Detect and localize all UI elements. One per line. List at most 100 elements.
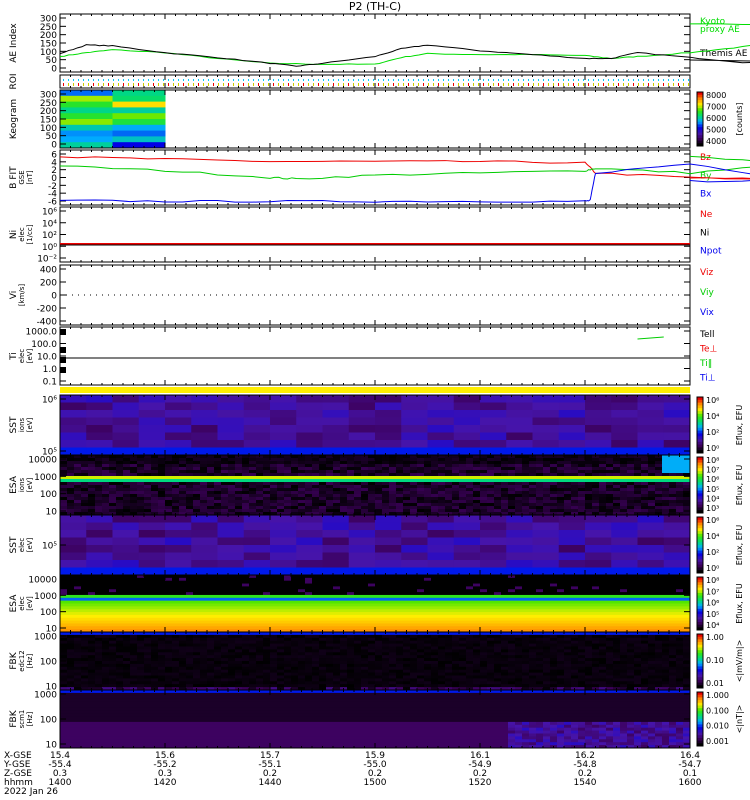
spectrogram-cell — [95, 592, 103, 596]
spectrogram-cell — [613, 497, 621, 501]
spectrogram-cell — [326, 623, 334, 627]
spectrogram-cell — [648, 467, 656, 471]
spectrogram-cell — [368, 623, 376, 627]
spectrogram-cell — [585, 395, 612, 403]
panel-esa_i: 10000100010010ESA ions [eV]10⁸10⁷10⁶10⁵10⁴… — [9, 454, 744, 518]
spectrogram-cell — [599, 497, 607, 501]
spectrogram-cell — [459, 467, 467, 471]
spectrogram-cell — [403, 506, 411, 510]
spectrogram-cell — [277, 488, 285, 492]
spectrogram-cell — [347, 464, 355, 468]
roi-mark — [198, 79, 199, 81]
spectrogram-cell — [368, 470, 376, 474]
spectrogram-cell — [270, 617, 278, 622]
roi-mark — [438, 79, 439, 81]
spectrogram-cell — [67, 614, 75, 619]
spectrogram-cell — [256, 497, 264, 501]
spectrogram-cell — [179, 479, 187, 483]
spectrogram-cell — [270, 491, 278, 495]
spectrogram-cell — [144, 455, 152, 459]
roi-mark — [483, 83, 484, 86]
spectrogram-cell — [347, 476, 355, 480]
roi-mark — [358, 83, 359, 86]
spectrogram-cell — [191, 552, 218, 561]
roi-mark — [518, 79, 519, 81]
spectrogram-cell — [382, 597, 390, 602]
spectrogram-cell — [249, 600, 257, 604]
spectrogram-cell — [256, 470, 264, 474]
spectrogram-cell — [501, 479, 509, 483]
spectrogram-cell — [235, 620, 243, 624]
spectrogram-cell — [191, 515, 218, 523]
spectrogram-cell — [620, 461, 628, 465]
spectrogram-cell — [214, 606, 222, 610]
spectrogram-cell — [284, 503, 292, 507]
spectrogram-cell — [112, 537, 140, 546]
spectrogram-cell — [165, 402, 192, 411]
spectrogram-cell — [228, 614, 236, 619]
spectrogram-cell — [186, 580, 194, 585]
spectrogram-cell — [319, 488, 327, 492]
spectrogram-cell — [637, 395, 665, 403]
spectrogram-cell — [401, 417, 428, 426]
spectrogram-cell — [221, 626, 229, 630]
spectrogram-cell — [137, 612, 145, 616]
spectrogram-cell — [109, 597, 117, 602]
roi-mark — [188, 83, 189, 86]
spectrogram-cell — [165, 482, 173, 486]
spectrogram-cell — [557, 479, 565, 483]
spectrogram-cell — [508, 485, 516, 489]
spectrogram-cell — [123, 583, 131, 587]
spectrogram-cell — [228, 503, 236, 507]
spectrogram-cell — [284, 606, 292, 610]
spectrogram-cell — [123, 476, 131, 480]
spectrogram-cell — [515, 479, 523, 483]
spectrogram-cell — [291, 479, 299, 483]
spectrogram-cell — [403, 488, 411, 492]
roi-mark — [658, 83, 659, 86]
spectrogram-cell — [452, 506, 460, 510]
spectrogram-cell — [191, 402, 218, 411]
spectrogram-cell — [333, 497, 341, 501]
spectrogram-cell — [88, 623, 96, 627]
roi-mark — [343, 79, 344, 81]
roi-mark — [398, 79, 399, 81]
spectrogram-cell — [424, 470, 432, 474]
spectrogram-cell — [172, 503, 180, 507]
spectrogram-cell — [249, 497, 257, 501]
spectrogram-cell — [193, 597, 201, 602]
spectrogram-cell — [95, 586, 103, 590]
spectrogram-cell — [487, 488, 495, 492]
spectrogram-cell — [291, 473, 299, 477]
spectrogram-cell — [60, 583, 68, 587]
spectrogram-cell — [263, 606, 271, 610]
spectrogram-cell — [270, 506, 278, 510]
spectrogram-cell — [501, 488, 509, 492]
spectrogram-cell — [291, 603, 299, 607]
spectrogram-cell — [284, 612, 292, 616]
spectrogram-cell — [676, 503, 684, 507]
spectrogram-cell — [305, 592, 313, 596]
spectrogram-cell — [95, 497, 103, 501]
spectrogram-cell — [144, 494, 152, 498]
spectrogram-cell — [263, 473, 271, 477]
spectrogram-cell — [130, 586, 138, 590]
spectrogram-cell — [466, 482, 474, 486]
spectrogram-cell — [340, 488, 348, 492]
bar-marker — [60, 347, 66, 353]
spectrogram-cell — [613, 500, 621, 504]
spectrogram-cell — [144, 485, 152, 489]
spectrogram-cell — [67, 577, 75, 582]
spectrogram-cell — [445, 509, 453, 513]
spectrogram-cell — [606, 491, 614, 495]
spectrogram-cell — [348, 425, 376, 433]
spectrogram-cell — [256, 494, 264, 498]
spectrogram-cell — [179, 597, 187, 602]
spectrogram-cell — [151, 597, 159, 602]
spectrogram-cell — [138, 567, 166, 576]
spectrogram-cell — [256, 606, 264, 610]
spectrogram-cell — [368, 509, 376, 513]
spectrogram-cell — [431, 482, 439, 486]
spectrogram-cell — [179, 617, 187, 622]
spectrogram-cell — [401, 537, 428, 546]
